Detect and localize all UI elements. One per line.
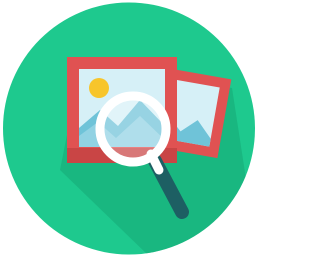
image-search-icon-canvas xyxy=(0,0,258,257)
sun-icon xyxy=(89,78,109,98)
image-search-icon xyxy=(3,2,255,255)
